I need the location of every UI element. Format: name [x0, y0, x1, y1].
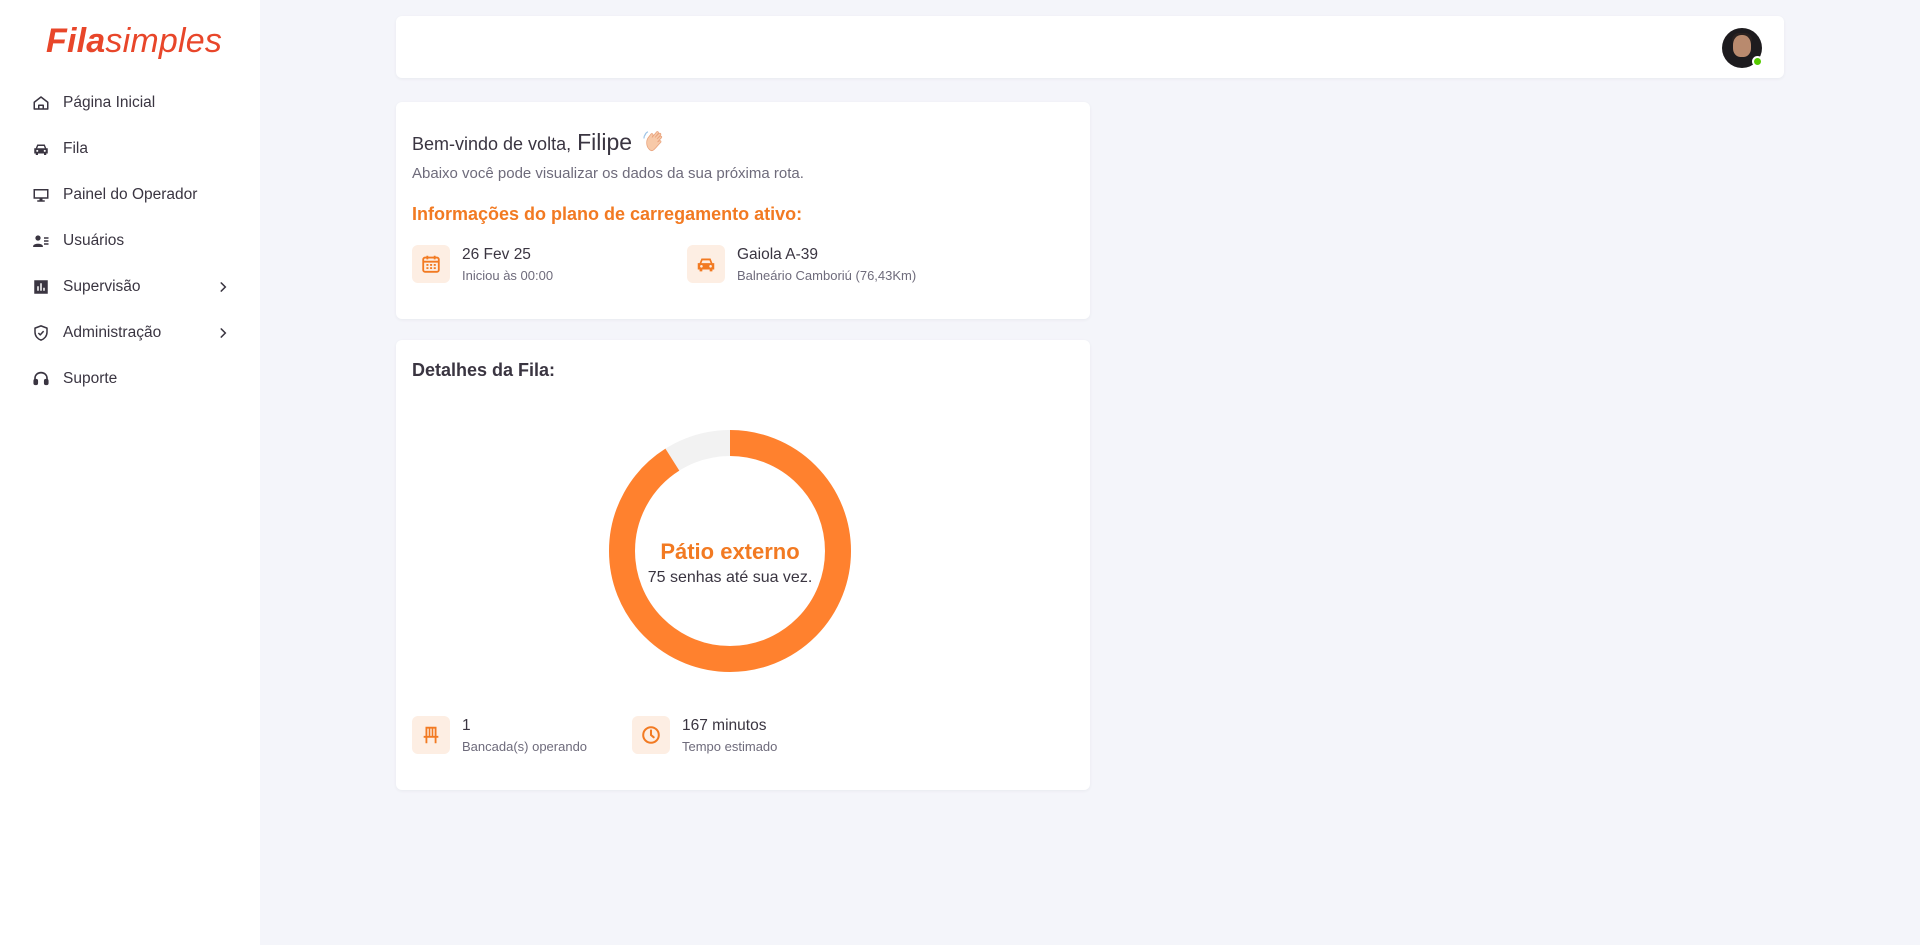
welcome-subtitle: Abaixo você pode visualizar os dados da …: [412, 165, 804, 182]
car-icon: [687, 245, 725, 283]
stations-info: 1 Bancada(s) operando: [412, 716, 587, 754]
sidebar-item-label: Suporte: [63, 370, 118, 387]
user-name: Filipe: [577, 129, 633, 155]
sidebar: Fila simples Página Inicial Fila Painel d…: [0, 0, 260, 945]
estimated-time: 167 minutos: [682, 716, 767, 734]
clock-icon: [632, 716, 670, 754]
queue-location: Pátio externo: [660, 539, 800, 564]
welcome-card: Bem-vindo de volta, Filipe Abaixo você p…: [396, 102, 1090, 319]
welcome-heading: Bem-vindo de volta, Filipe: [412, 124, 668, 156]
sidebar-item-label: Supervisão: [63, 278, 141, 295]
plan-route-info: Gaiola A-39 Balneário Camboriú (76,43Km): [687, 245, 916, 283]
headset-icon: [31, 369, 51, 389]
bar-chart-icon: [31, 277, 51, 297]
home-icon: [31, 93, 51, 113]
sidebar-item-suporte[interactable]: Suporte: [0, 356, 260, 402]
avatar[interactable]: [1722, 28, 1763, 68]
sidebar-item-label: Página Inicial: [63, 94, 156, 111]
chair-icon: [412, 716, 450, 754]
sidebar-item-painel-do-operador[interactable]: Painel do Operador: [0, 172, 260, 218]
plan-start-time: Iniciou às 00:00: [462, 267, 554, 283]
sidebar-item-label: Administração: [63, 324, 162, 341]
route-name: Gaiola A-39: [737, 245, 818, 263]
brand-logo[interactable]: Fila simples: [46, 22, 222, 62]
queue-remaining-text: 75 senhas até sua vez.: [647, 569, 813, 586]
chevron-right-icon: [216, 326, 230, 340]
welcome-greeting: Bem-vindo de volta,: [412, 134, 572, 154]
plan-title: Informações do plano de carregamento ati…: [412, 204, 803, 224]
sidebar-item-pagina-inicial[interactable]: Página Inicial: [0, 80, 260, 126]
brand-name-regular: simples: [105, 22, 223, 60]
brand-name-bold: Fila: [46, 22, 106, 60]
sidebar-item-label: Usuários: [63, 232, 125, 249]
plan-date: 26 Fev 25: [462, 245, 531, 263]
sidebar-item-usuarios[interactable]: Usuários: [0, 218, 260, 264]
chevron-right-icon: [216, 280, 230, 294]
route-destination: Balneário Camboriú (76,43Km): [737, 267, 917, 283]
online-status-badge: [1752, 56, 1763, 67]
sidebar-nav: Página Inicial Fila Painel do Operador U…: [0, 80, 260, 402]
top-bar: [396, 16, 1784, 78]
estimated-time-label: Tempo estimado: [682, 738, 778, 754]
sidebar-item-label: Fila: [63, 140, 88, 157]
queue-details-card: Detalhes da Fila: Pátio externo 75 senha…: [396, 340, 1090, 790]
sidebar-item-label: Painel do Operador: [63, 186, 198, 203]
waving-hand-icon: [643, 131, 663, 151]
stations-count: 1: [462, 716, 471, 734]
plan-date-info: 26 Fev 25 Iniciou às 00:00: [412, 245, 553, 283]
queue-title: Detalhes da Fila:: [412, 360, 556, 380]
monitor-icon: [31, 185, 51, 205]
stations-label: Bancada(s) operando: [462, 738, 588, 754]
sidebar-item-supervisao[interactable]: Supervisão: [0, 264, 260, 310]
sidebar-item-fila[interactable]: Fila: [0, 126, 260, 172]
calendar-icon: [412, 245, 450, 283]
shield-check-icon: [31, 323, 51, 343]
users-list-icon: [31, 231, 51, 251]
sidebar-item-administracao[interactable]: Administração: [0, 310, 260, 356]
estimated-time-info: 167 minutos Tempo estimado: [632, 716, 777, 754]
car-icon: [31, 139, 51, 159]
